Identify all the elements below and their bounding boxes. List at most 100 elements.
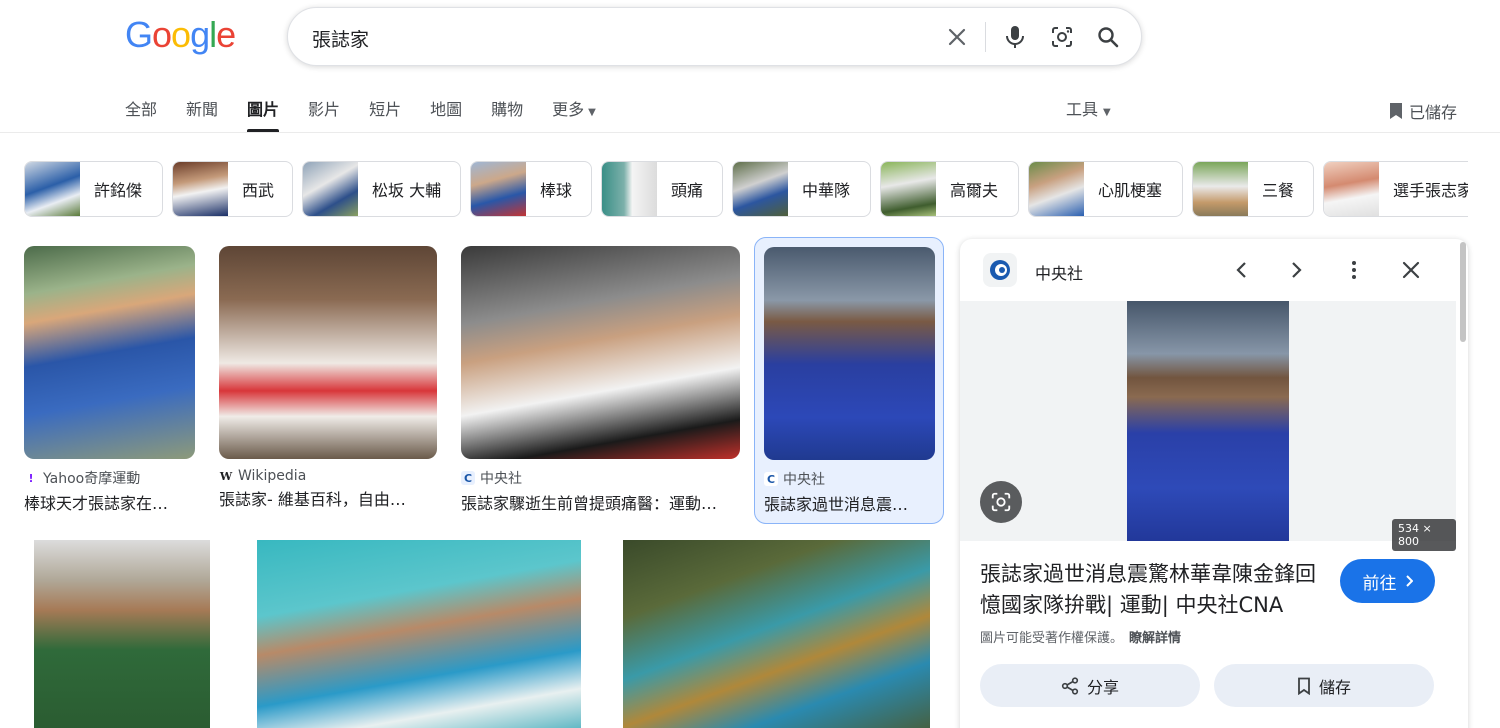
microphone-icon[interactable] [1000,22,1030,52]
tab-maps[interactable]: 地圖 [430,96,462,132]
cna-logo-icon [983,253,1017,287]
related-chip[interactable]: 許銘傑 [24,161,163,217]
scrollbar-thumb[interactable] [1460,242,1466,342]
saved-button[interactable]: 已儲存 [1389,99,1457,123]
close-icon[interactable] [1396,255,1426,285]
chip-thumbnail [303,162,358,216]
yahoo-favicon-icon: ! [28,471,34,485]
visit-button[interactable]: 前往 [1340,559,1435,603]
chip-thumbnail [733,162,788,216]
more-options-icon[interactable] [1339,255,1369,285]
result-image [764,247,935,460]
related-chip[interactable]: 中華隊 [732,161,871,217]
result-image [34,540,210,728]
result-title: 張誌家過世消息震… [764,495,909,514]
copyright-text: 圖片可能受著作權保護。 [980,631,1124,646]
logo-letter: o [152,14,172,55]
tab-label: 新聞 [186,100,219,119]
share-label: 分享 [1086,677,1119,697]
search-divider [985,22,986,52]
tools-button[interactable]: 工具 ▼ [1066,96,1111,120]
related-searches-chips: 許銘傑 西武 松坂 大輔 棒球 頭痛 中華隊 高爾夫 心肌梗塞 三餐 選手張志家 [24,161,1468,217]
image-result[interactable] [257,540,581,728]
result-title: 張誌家- 維基百科，自由… [219,490,406,509]
result-source: 中央社 [783,472,825,488]
search-box[interactable]: 張誌家 [287,7,1142,66]
tools-label: 工具 [1066,100,1099,119]
image-result[interactable]: C 中央社 張誌家驟逝生前曾提頭痛醫：運動… [461,246,740,514]
tab-label: 購物 [491,100,524,119]
chip-label: 高爾夫 [950,181,999,200]
preview-image[interactable] [1127,301,1289,541]
result-source: Wikipedia [238,468,307,484]
caret-down-icon: ▼ [1103,107,1111,118]
tab-more[interactable]: 更多 ▼ [552,96,596,132]
clear-search-icon[interactable] [942,22,972,52]
chip-label: 心肌梗塞 [1098,181,1163,200]
preview-image-area: 534 × 800 [960,301,1456,551]
cna-favicon-icon: C [764,472,778,486]
result-image [461,246,740,459]
related-chip[interactable]: 高爾夫 [880,161,1019,217]
search-tabs: 全部 新聞 圖片 影片 短片 地圖 購物 更多 ▼ [125,96,625,132]
google-logo[interactable]: Google [125,14,236,56]
panel-scrollbar[interactable] [1458,242,1468,342]
tab-label: 地圖 [430,100,463,119]
panel-source-name: 中央社 [1035,264,1084,283]
image-dimensions-badge: 534 × 800 [1392,519,1456,551]
chip-thumbnail [25,162,80,216]
camera-lens-icon[interactable] [1047,22,1077,52]
tab-label: 更多 [552,100,585,119]
related-chip[interactable]: 頭痛 [601,161,723,217]
share-button[interactable]: 分享 [980,664,1200,707]
bookmark-icon [1390,103,1402,119]
tab-videos[interactable]: 影片 [308,96,340,132]
result-title: 張誌家驟逝生前曾提頭痛醫：運動… [461,494,718,513]
related-chip[interactable]: 心肌梗塞 [1028,161,1183,217]
panel-header: 中央社 [960,239,1456,301]
previous-result-button[interactable] [1226,255,1256,285]
chevron-right-icon [1405,575,1413,587]
google-lens-button[interactable] [980,481,1022,523]
related-chip[interactable]: 棒球 [470,161,592,217]
chip-thumbnail [173,162,228,216]
chip-label: 選手張志家 [1393,181,1468,200]
wikipedia-favicon-icon: W [219,469,233,483]
image-result[interactable]: ! Yahoo奇摩運動 棒球天才張誌家在… [24,246,195,514]
tab-shopping[interactable]: 購物 [491,96,523,132]
search-icon[interactable] [1093,22,1123,52]
chip-label: 頭痛 [671,181,704,200]
related-chip[interactable]: 西武 [172,161,293,217]
caret-down-icon: ▼ [588,107,596,118]
bookmark-icon [1298,677,1310,695]
result-image [24,246,195,459]
related-chip[interactable]: 選手張志家 [1323,161,1468,217]
save-label: 儲存 [1318,677,1351,697]
chip-label: 許銘傑 [94,181,143,200]
logo-letter: o [171,14,191,55]
save-button[interactable]: 儲存 [1214,664,1434,707]
image-result[interactable] [623,540,930,728]
image-result-selected[interactable]: C 中央社 張誌家過世消息震… [754,237,944,524]
logo-letter: g [190,14,210,55]
image-result[interactable]: W Wikipedia 張誌家- 維基百科，自由… [219,246,437,510]
related-chip[interactable]: 三餐 [1192,161,1314,217]
next-result-button[interactable] [1282,255,1312,285]
preview-title[interactable]: 張誌家過世消息震驚林華韋陳金鋒回憶國家隊拚戰| 運動| 中央社CNA [980,559,1325,621]
search-input[interactable]: 張誌家 [312,25,369,52]
chip-thumbnail [881,162,936,216]
image-preview-panel: 中央社 534 × 800 張誌家過世消息震驚林華韋陳金鋒回憶國家隊拚戰| 運動… [960,239,1468,728]
result-image [623,540,930,728]
tab-all[interactable]: 全部 [125,96,157,132]
tab-label: 短片 [369,100,402,119]
image-result[interactable] [34,540,210,728]
chip-label: 棒球 [540,181,573,200]
learn-more-link[interactable]: 瞭解詳情 [1129,631,1181,646]
tab-label: 圖片 [247,100,280,119]
tab-images[interactable]: 圖片 [247,96,280,132]
tab-news[interactable]: 新聞 [186,96,218,132]
related-chip[interactable]: 松坂 大輔 [302,161,461,217]
chip-thumbnail [1193,162,1248,216]
cna-favicon-icon: C [461,471,475,485]
tab-shorts[interactable]: 短片 [369,96,401,132]
